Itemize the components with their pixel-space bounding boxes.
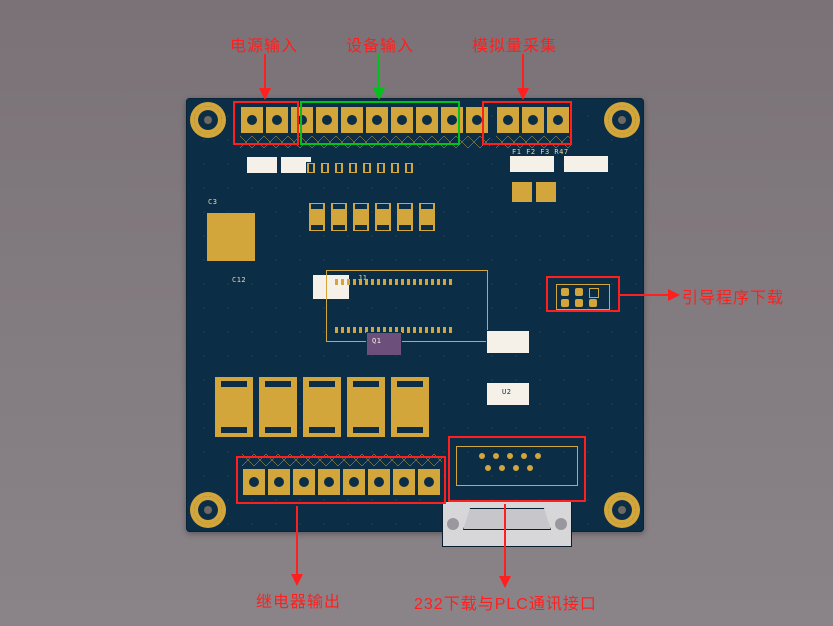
relay-icon (258, 376, 298, 438)
optoisolator-row (308, 202, 436, 232)
pad-icon (536, 182, 556, 202)
callout-box-power-in (233, 101, 299, 145)
pad-icon (512, 182, 532, 202)
callout-box-relay-out (236, 456, 446, 504)
label-device-in: 设备输入 (346, 32, 414, 56)
mcu-outline-icon (326, 270, 488, 342)
label-boot-dl: 引导程序下载 (682, 284, 784, 308)
relay-icon (346, 376, 386, 438)
mounting-hole-icon (608, 496, 636, 524)
arrow-down-icon (256, 54, 274, 100)
silkscreen-text: F1 F2 F3 R47 (512, 148, 569, 156)
callout-box-device-in (300, 101, 460, 145)
silkscreen-text: C12 (232, 276, 246, 284)
silkscreen-text: C3 (208, 198, 217, 206)
label-analog-in: 模拟量采集 (472, 32, 557, 56)
arrow-right-icon (620, 286, 680, 304)
label-power-in: 电源输入 (230, 32, 298, 56)
mounting-hole-icon (194, 106, 222, 134)
ic-icon (564, 156, 608, 172)
callout-box-rs232 (448, 436, 586, 502)
ic-icon (510, 156, 554, 172)
arrow-down-icon (288, 506, 306, 586)
arrow-down-icon (496, 504, 514, 588)
label-relay-out: 继电器输出 (256, 588, 341, 612)
silkscreen-text: U2 (502, 388, 511, 396)
mounting-hole-icon (194, 496, 222, 524)
callout-box-boot-dl (546, 276, 620, 312)
relay-icon (302, 376, 342, 438)
arrow-down-icon (370, 54, 388, 100)
smd-icon (246, 156, 278, 174)
callout-box-analog-in (482, 101, 572, 145)
relay-icon (214, 376, 254, 438)
mounting-hole-icon (608, 106, 636, 134)
arrow-down-icon (514, 54, 532, 100)
relay-icon (390, 376, 430, 438)
silkscreen-text: Q1 (372, 337, 381, 345)
soic-icon (486, 330, 530, 354)
label-rs232: 232下载与PLC通讯接口 (414, 590, 597, 614)
smd-row (306, 162, 414, 174)
inductor-icon (206, 212, 256, 262)
